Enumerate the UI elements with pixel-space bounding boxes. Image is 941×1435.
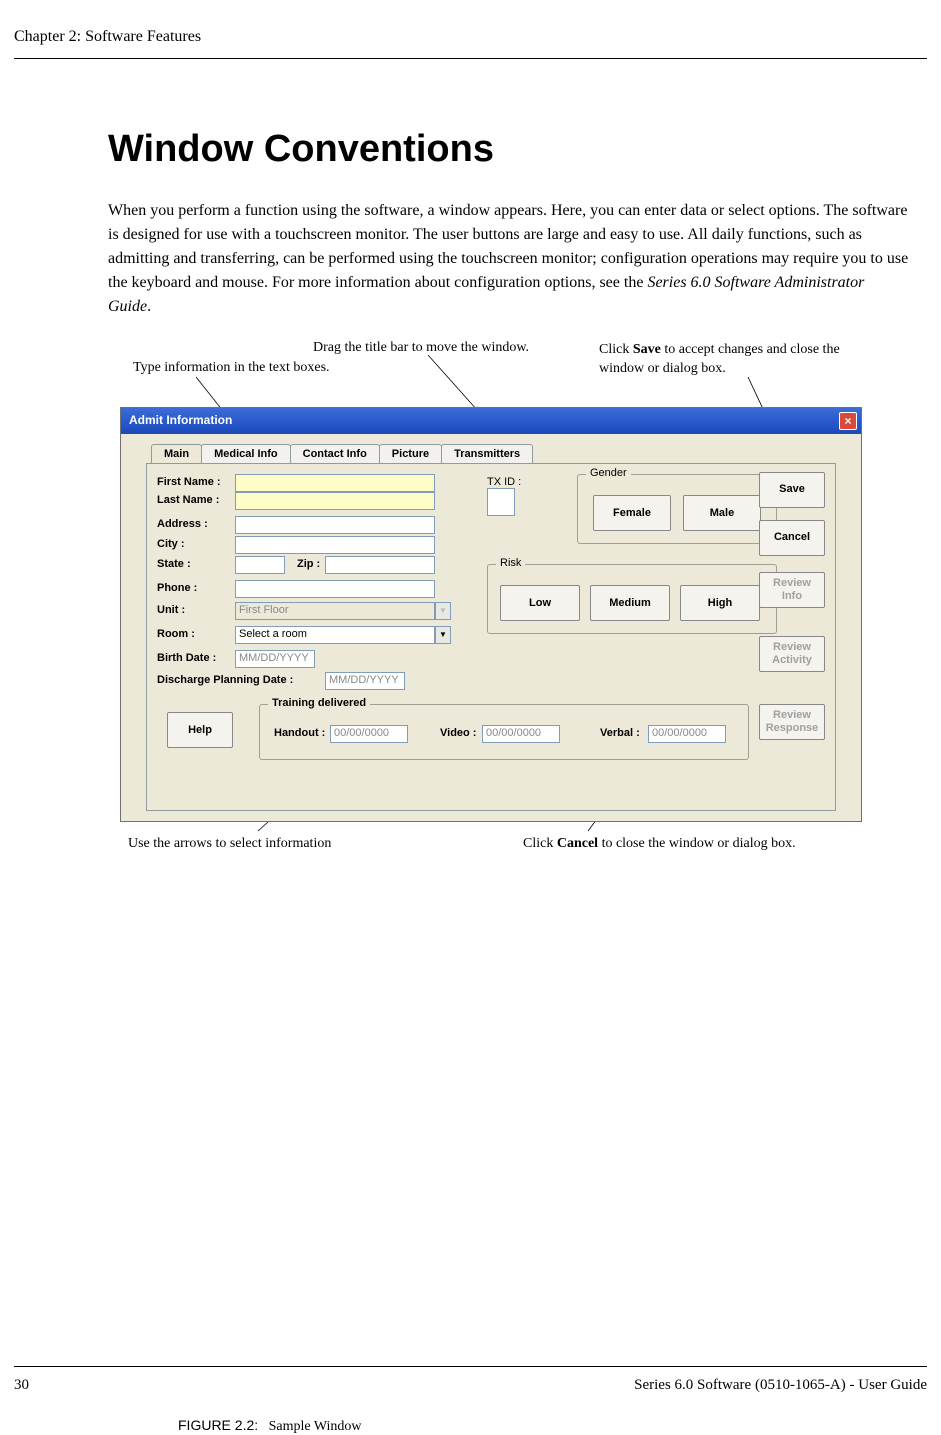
intro-post: . [147, 298, 151, 315]
video-input[interactable]: 00/00/0000 [482, 725, 560, 743]
page-footer: 30 Series 6.0 Software (0510-1065-A) - U… [14, 1366, 927, 1394]
room-dropdown[interactable]: Select a room [235, 626, 435, 644]
zip-label: Zip : [297, 558, 320, 570]
cancel-button[interactable]: Cancel [759, 520, 825, 556]
risk-group-label: Risk [496, 557, 525, 569]
first-name-input[interactable] [235, 474, 435, 492]
discharge-date-label: Discharge Planning Date : [157, 674, 293, 686]
dialog-body: Main Medical Info Contact Info Picture T… [121, 434, 861, 821]
page-title: Window Conventions [108, 128, 911, 171]
help-button[interactable]: Help [167, 712, 233, 748]
review-response-button[interactable]: Review Response [759, 704, 825, 740]
intro-paragraph: When you perform a function using the so… [108, 199, 911, 319]
high-button[interactable]: High [680, 585, 760, 621]
tab-transmitters[interactable]: Transmitters [441, 444, 533, 463]
main-content: Window Conventions When you perform a fu… [108, 100, 911, 1435]
callout-arrows: Use the arrows to select information [128, 835, 331, 854]
figure-caption-text: Sample Window [269, 1419, 362, 1434]
callout-cancel: Click Cancel to close the window or dial… [523, 835, 796, 854]
room-label: Room : [157, 628, 195, 640]
gender-group: Gender Female Male [577, 474, 777, 544]
handout-input[interactable]: 00/00/0000 [330, 725, 408, 743]
review-info-button[interactable]: Review Info [759, 572, 825, 608]
birth-date-input[interactable]: MM/DD/YYYY [235, 650, 315, 668]
phone-label: Phone : [157, 582, 197, 594]
dialog-title: Admit Information [129, 413, 232, 427]
callout-save: Click Save to accept changes and close t… [599, 341, 869, 379]
training-group-label: Training delivered [268, 697, 370, 709]
review-activity-button[interactable]: Review Activity [759, 636, 825, 672]
low-button[interactable]: Low [500, 585, 580, 621]
page-header: Chapter 2: Software Features [14, 28, 927, 59]
txid-label: TX ID : [487, 476, 521, 488]
room-dropdown-arrow-icon[interactable]: ▼ [435, 626, 451, 644]
unit-dropdown[interactable]: First Floor [235, 602, 435, 620]
city-label: City : [157, 538, 185, 550]
form-area: First Name : Last Name : Address : City … [146, 463, 836, 811]
txid-input[interactable] [487, 488, 515, 516]
video-label: Video : [440, 727, 476, 739]
male-button[interactable]: Male [683, 495, 761, 531]
tab-picture[interactable]: Picture [379, 444, 442, 463]
callout-titlebar: Drag the title bar to move the window. [313, 339, 529, 358]
verbal-input[interactable]: 00/00/0000 [648, 725, 726, 743]
callout-textboxes: Type information in the text boxes. [133, 359, 330, 378]
zip-input[interactable] [325, 556, 435, 574]
tab-main[interactable]: Main [151, 444, 202, 463]
medium-button[interactable]: Medium [590, 585, 670, 621]
verbal-label: Verbal : [600, 727, 640, 739]
state-input[interactable] [235, 556, 285, 574]
state-label: State : [157, 558, 191, 570]
address-input[interactable] [235, 516, 435, 534]
figure-label: FIGURE 2.2: [178, 1417, 258, 1433]
gender-group-label: Gender [586, 467, 631, 479]
save-button[interactable]: Save [759, 472, 825, 508]
female-button[interactable]: Female [593, 495, 671, 531]
unit-label: Unit : [157, 604, 185, 616]
discharge-date-input[interactable]: MM/DD/YYYY [325, 672, 405, 690]
training-group: Training delivered Handout : 00/00/0000 … [259, 704, 749, 760]
doc-id: Series 6.0 Software (0510-1065-A) - User… [634, 1377, 927, 1394]
unit-dropdown-arrow-icon[interactable]: ▼ [435, 602, 451, 620]
dialog-titlebar[interactable]: Admit Information × [121, 408, 861, 434]
last-name-label: Last Name : [157, 494, 219, 506]
page-number: 30 [14, 1377, 29, 1394]
close-icon[interactable]: × [839, 412, 857, 430]
tab-contact-info[interactable]: Contact Info [290, 444, 380, 463]
birth-date-label: Birth Date : [157, 652, 216, 664]
address-label: Address : [157, 518, 208, 530]
tabstrip: Main Medical Info Contact Info Picture T… [151, 444, 532, 463]
city-input[interactable] [235, 536, 435, 554]
dialog-window: Admit Information × Main Medical Info Co… [120, 407, 862, 822]
annotated-figure: Type information in the text boxes. Drag… [108, 337, 911, 877]
risk-group: Risk Low Medium High [487, 564, 777, 634]
chapter-label: Chapter 2: Software Features [14, 28, 201, 45]
first-name-label: First Name : [157, 476, 221, 488]
phone-input[interactable] [235, 580, 435, 598]
tab-medical-info[interactable]: Medical Info [201, 444, 291, 463]
last-name-input[interactable] [235, 492, 435, 510]
handout-label: Handout : [274, 727, 325, 739]
